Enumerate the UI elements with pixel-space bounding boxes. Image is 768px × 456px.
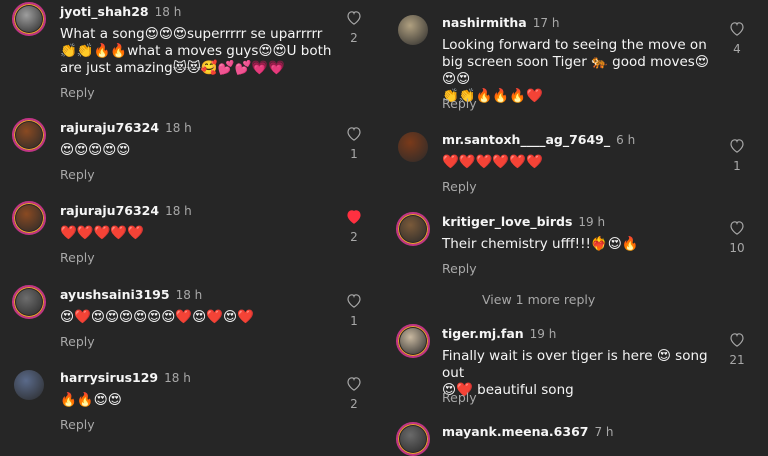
comment-username[interactable]: rajuraju76324 18 h — [60, 203, 192, 218]
reply-button[interactable]: Reply — [442, 179, 477, 194]
comment-text: Their chemistry ufff!!!❤️‍🔥😍🔥 — [442, 236, 639, 252]
comment-text: 🔥🔥😍😍 — [60, 392, 122, 408]
like-button[interactable]: 2 — [344, 209, 364, 244]
heart-icon — [347, 294, 361, 308]
comment-text: ❤️❤️❤️❤️❤️ — [60, 225, 145, 241]
like-button[interactable]: 1 — [344, 126, 364, 161]
avatar[interactable] — [12, 201, 46, 235]
heart-icon — [347, 210, 361, 224]
heart-icon — [730, 221, 744, 235]
avatar[interactable] — [12, 285, 46, 319]
comment-text: What a song😍😍😍superrrrr se uparrrrr👏👏🔥🔥w… — [60, 26, 332, 76]
comments-column-left: jyoti_shah28 18 h What a song😍😍😍superrrrr… — [0, 0, 384, 432]
comment-time: 18 h — [175, 288, 203, 302]
heart-icon — [347, 377, 361, 391]
avatar[interactable] — [396, 324, 430, 358]
avatar[interactable] — [12, 118, 46, 152]
comment-text: Finally wait is over tiger is here 😍 son… — [442, 348, 708, 398]
comment-text: 😍❤️😍😍😍😍😍😍❤️😍❤️😍❤️ — [60, 309, 254, 325]
comment-time: 17 h — [532, 16, 560, 30]
like-count: 10 — [729, 241, 745, 255]
reply-button[interactable]: Reply — [60, 250, 95, 265]
heart-icon — [730, 22, 744, 36]
like-count: 1 — [350, 147, 358, 161]
reply-button[interactable]: Reply — [60, 417, 95, 432]
reply-button[interactable]: Reply — [442, 390, 477, 405]
like-button[interactable]: 2 — [344, 10, 364, 45]
view-more-replies-link[interactable]: View 1 more reply — [482, 292, 595, 307]
comment-text: 😍😍😍😍😍 — [60, 142, 131, 158]
avatar[interactable] — [396, 422, 430, 456]
reply-button[interactable]: Reply — [442, 96, 477, 111]
like-button[interactable]: 2 — [344, 376, 364, 411]
heart-icon — [347, 127, 361, 141]
heart-icon — [730, 333, 744, 347]
comment-time: 19 h — [578, 215, 606, 229]
reply-button[interactable]: Reply — [60, 167, 95, 182]
comment-time: 7 h — [594, 425, 614, 439]
comment-time: 18 h — [165, 121, 192, 135]
comment-time: 19 h — [529, 327, 557, 341]
comment-time: 6 h — [616, 133, 636, 147]
comment-username[interactable]: tiger.mj.fan 19 h — [442, 326, 556, 341]
comment-time: 18 h — [164, 371, 191, 385]
like-count: 1 — [350, 314, 358, 328]
like-count: 2 — [350, 230, 358, 244]
comment-username[interactable]: kritiger_love_birds 19 h — [442, 214, 605, 229]
like-button[interactable]: 4 — [727, 21, 747, 56]
comment-time: 18 h — [165, 204, 192, 218]
comment-text: ❤️❤️❤️❤️❤️❤️ — [442, 154, 543, 170]
like-button[interactable]: 21 — [727, 332, 747, 367]
comment-username[interactable]: ayushsaini3195 18 h — [60, 287, 202, 302]
avatar[interactable] — [396, 212, 430, 246]
avatar[interactable] — [396, 13, 430, 47]
like-button[interactable]: 1 — [344, 293, 364, 328]
comment-username[interactable]: mr.santoxh____ag_7649_ 6 h — [442, 132, 635, 147]
avatar[interactable] — [12, 368, 46, 402]
comment-username[interactable]: harrysirus129 18 h — [60, 370, 191, 385]
comments-column-right: nashirmitha 17 h Looking forward to seein… — [384, 0, 768, 456]
avatar[interactable] — [12, 2, 46, 36]
like-button[interactable]: 10 — [727, 220, 747, 255]
comment-time: 18 h — [154, 5, 182, 19]
comment-username[interactable]: jyoti_shah28 18 h — [60, 4, 181, 19]
reply-button[interactable]: Reply — [60, 334, 95, 349]
comment-text: Looking forward to seeing the move on bi… — [442, 37, 709, 104]
like-count: 2 — [350, 31, 358, 45]
reply-button[interactable]: Reply — [60, 85, 95, 100]
like-button[interactable]: 1 — [727, 138, 747, 173]
comment-username[interactable]: rajuraju76324 18 h — [60, 120, 192, 135]
like-count: 1 — [733, 159, 741, 173]
like-count: 21 — [729, 353, 745, 367]
comment-username[interactable]: nashirmitha 17 h — [442, 15, 559, 30]
like-count: 4 — [733, 42, 741, 56]
reply-button[interactable]: Reply — [442, 261, 477, 276]
heart-icon — [347, 11, 361, 25]
avatar[interactable] — [396, 130, 430, 164]
like-count: 2 — [350, 397, 358, 411]
heart-icon — [730, 139, 744, 153]
